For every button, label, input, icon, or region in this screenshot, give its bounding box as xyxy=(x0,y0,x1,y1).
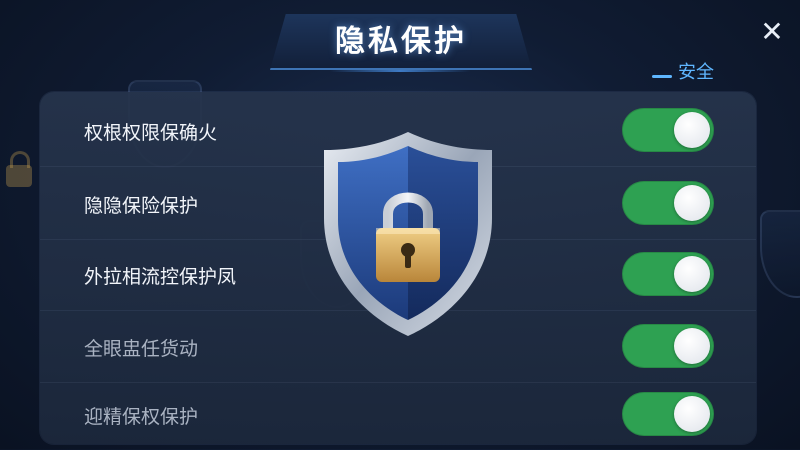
setting-toggle[interactable] xyxy=(622,252,714,296)
security-tag: 安全 xyxy=(652,58,714,84)
background-lock-icon xyxy=(6,151,32,187)
tag-bar xyxy=(652,74,672,78)
shield-lock-icon xyxy=(318,128,498,340)
toggle-knob xyxy=(674,396,710,432)
toggle-knob xyxy=(674,112,710,148)
setting-toggle[interactable] xyxy=(622,324,714,368)
toggle-knob xyxy=(674,328,710,364)
setting-toggle[interactable] xyxy=(622,108,714,152)
setting-row: 迎精保权保护 xyxy=(40,380,756,450)
toggle-knob xyxy=(674,185,710,221)
setting-label: 迎精保权保护 xyxy=(84,406,199,428)
security-tag-label: 安全 xyxy=(678,62,714,83)
setting-toggle[interactable] xyxy=(622,392,714,436)
dialog-title: 隐私保护 xyxy=(335,24,467,59)
setting-label: 全眼盅任货动 xyxy=(84,338,199,360)
setting-label: 隐隐保险保护 xyxy=(84,195,199,217)
background-shield-icon xyxy=(760,210,800,298)
setting-label: 权根权限保确火 xyxy=(84,122,218,144)
toggle-knob xyxy=(674,256,710,292)
close-icon[interactable]: ✕ xyxy=(758,18,786,46)
setting-label: 外拉相流控保护凤 xyxy=(84,266,237,288)
setting-toggle[interactable] xyxy=(622,181,714,225)
dialog-header: 隐私保护 ✕ 安全 xyxy=(0,0,800,83)
